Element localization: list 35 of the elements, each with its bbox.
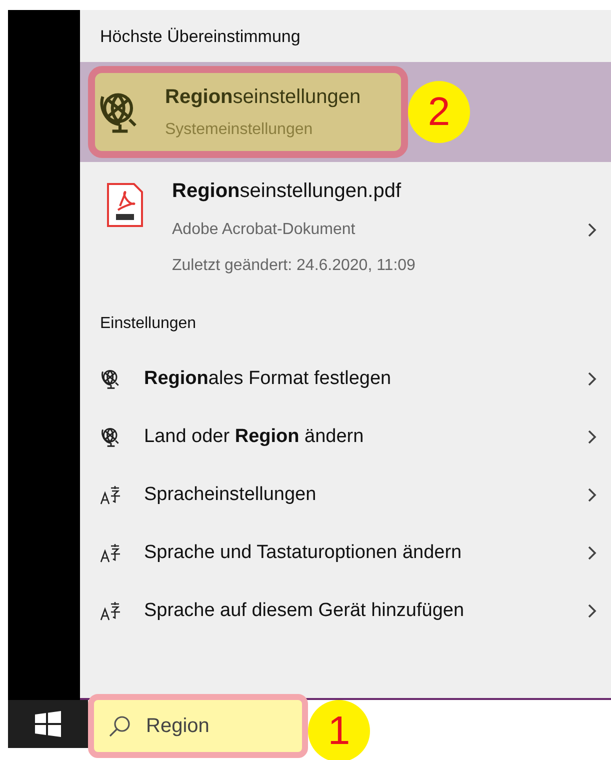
settings-result[interactable]: Regionales Format festlegen — [80, 350, 611, 408]
annotation-number: 1 — [308, 700, 370, 760]
chevron-right-icon — [587, 486, 597, 502]
settings-result-label: Sprache und Tastaturoptionen ändern — [144, 540, 463, 564]
chevron-right-icon — [587, 370, 597, 386]
settings-result-label: Regionales Format festlegen — [144, 366, 392, 390]
search-field[interactable]: Region — [88, 694, 308, 758]
section-heading: Einstellungen — [100, 314, 198, 334]
settings-result-label: Land oder Region ändern — [144, 424, 365, 448]
language-icon — [100, 542, 122, 562]
search-value: Region — [146, 714, 210, 739]
result-title: Regionseinstellungen — [165, 84, 361, 110]
document-type: Adobe Acrobat-Dokument — [172, 220, 356, 240]
settings-result-label: Sprache auf diesem Gerät hinzufügen — [144, 598, 466, 622]
chevron-right-icon — [587, 222, 597, 238]
document-result[interactable]: Regionseinstellungen.pdf Adobe Acrobat-Dokument Zuletzt geändert: 24.6.2020, 11:09 — [80, 162, 611, 292]
language-icon — [100, 484, 122, 504]
settings-result-label: Spracheinstellungen — [144, 482, 318, 506]
language-icon — [100, 600, 122, 620]
search-icon — [108, 714, 132, 738]
settings-result[interactable]: Land oder Region ändern — [80, 408, 611, 466]
chevron-right-icon — [587, 544, 597, 560]
chevron-right-icon — [587, 602, 597, 618]
document-title: Regionseinstellungen.pdf — [172, 178, 402, 204]
settings-result[interactable]: Sprache und Tastaturoptionen ändern — [80, 524, 611, 582]
document-modified-date: Zuletzt geändert: 24.6.2020, 11:09 — [172, 256, 416, 276]
best-match-row[interactable]: Regionseinstellungen Systemeinstellungen 2 — [80, 62, 611, 162]
settings-result[interactable]: Sprache auf diesem Gerät hinzufügen — [80, 582, 611, 640]
chevron-right-icon — [587, 428, 597, 444]
result-subtitle: Systemeinstellungen — [165, 120, 314, 140]
section-heading: Höchste Übereinstimmung — [100, 26, 302, 48]
annotation-number: 2 — [408, 80, 470, 142]
pdf-file-icon — [106, 182, 144, 228]
settings-result[interactable]: Spracheinstellungen — [80, 466, 611, 524]
windows-logo-icon[interactable] — [35, 711, 61, 737]
